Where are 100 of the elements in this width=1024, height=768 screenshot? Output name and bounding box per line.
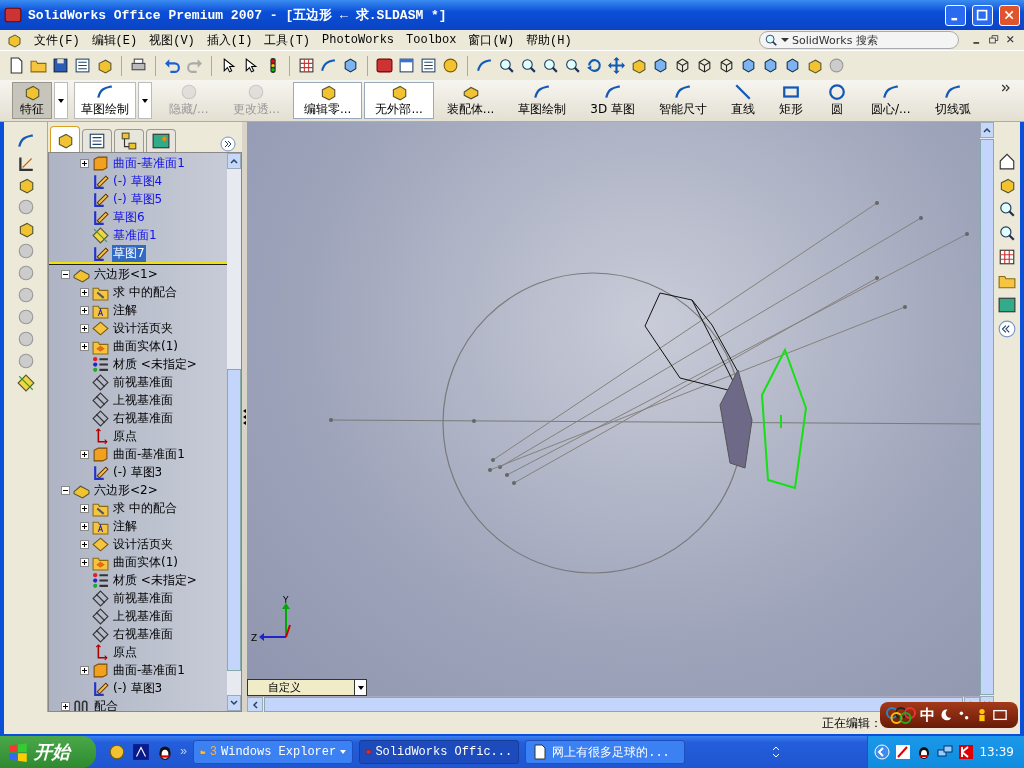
tree-item[interactable]: 注解 — [112, 517, 138, 535]
command-button[interactable]: 直线 — [720, 82, 766, 119]
search-field[interactable]: SolidWorks 搜索 — [759, 31, 959, 49]
start-button[interactable]: 开始 — [0, 736, 96, 768]
command-button[interactable]: 圆 — [816, 82, 858, 119]
tree-item[interactable]: (-) 草图5 — [112, 190, 164, 208]
tree-item[interactable]: 基准面1 — [112, 226, 158, 244]
tree-item[interactable]: 配合 — [93, 697, 119, 711]
tree-item[interactable]: 注解 — [112, 301, 138, 319]
menu-item[interactable]: 工具(T) — [264, 31, 311, 49]
tree-item[interactable]: 草图6 — [112, 208, 146, 226]
list-icon[interactable] — [420, 57, 437, 74]
antivirus-icon[interactable] — [958, 744, 975, 760]
panel-tab[interactable] — [146, 129, 176, 152]
dropdown-button[interactable] — [54, 82, 68, 119]
tree-item[interactable]: 前视基准面 — [112, 373, 174, 391]
scroll-up-icon[interactable] — [229, 156, 239, 166]
tree-item[interactable]: 曲面-基准面1 — [112, 661, 186, 679]
rotate-icon[interactable] — [586, 57, 603, 74]
command-tab[interactable]: 草图绘制 — [74, 82, 136, 119]
tree-item[interactable]: 六边形<2> — [93, 481, 159, 499]
scroll-left-icon[interactable] — [250, 699, 260, 710]
expand-chevron-icon[interactable] — [220, 136, 236, 152]
collapse-chevron-icon[interactable] — [998, 320, 1016, 338]
expander-icon[interactable] — [80, 287, 89, 297]
scroll-thumb[interactable] — [227, 369, 241, 671]
menu-item[interactable]: Toolbox — [406, 33, 457, 47]
expander-icon[interactable] — [61, 485, 70, 495]
expander-icon[interactable] — [80, 539, 89, 549]
expander-icon[interactable] — [80, 323, 89, 333]
network-icon[interactable] — [937, 744, 954, 760]
expander-icon[interactable] — [61, 701, 70, 711]
tree-item[interactable]: 设计活页夹 — [112, 535, 174, 553]
tree-item[interactable]: 原点 — [112, 643, 138, 661]
tree-item[interactable]: (-) 草图3 — [112, 463, 164, 481]
tree-item[interactable]: 材质 <未指定> — [112, 571, 198, 589]
restore-icon[interactable] — [988, 33, 1001, 47]
tree-item[interactable]: 材质 <未指定> — [112, 355, 198, 373]
tree-item[interactable]: 上视基准面 — [112, 391, 174, 409]
keyboard-icon[interactable] — [993, 708, 1007, 722]
tree-item[interactable]: 右视基准面 — [112, 409, 174, 427]
scroll-up-icon[interactable] — [982, 125, 992, 135]
expand-tray-icon[interactable] — [874, 744, 891, 760]
moon-icon[interactable] — [939, 708, 953, 722]
rings-icon[interactable] — [886, 706, 916, 724]
search-icon[interactable] — [764, 33, 778, 47]
tree-item[interactable]: 六边形<1> — [93, 265, 159, 283]
tree-item[interactable]: 求 中的配合 — [112, 283, 178, 301]
menu-item[interactable]: 窗口(W) — [468, 31, 515, 49]
search-icon[interactable] — [998, 200, 1016, 218]
tree-item[interactable]: 草图7 — [112, 244, 146, 262]
new-document-icon[interactable] — [8, 57, 25, 74]
tree-item[interactable]: 曲面实体(1) — [112, 337, 179, 355]
taskbar-button[interactable]: 网上有很多足球的... — [525, 740, 686, 764]
save-icon[interactable] — [52, 57, 69, 74]
ime-toolbar[interactable]: 中 — [880, 702, 1018, 728]
command-button[interactable]: 装配体... — [435, 82, 506, 119]
tree-item[interactable]: 设计活页夹 — [112, 319, 174, 337]
command-button[interactable]: 圆心/... — [860, 82, 922, 119]
home-icon[interactable] — [998, 152, 1016, 170]
menu-item[interactable]: 插入(I) — [206, 31, 253, 49]
panel-tab[interactable] — [114, 129, 144, 152]
menu-item[interactable]: PhotoWorks — [322, 33, 395, 47]
zoom-to-fit-icon[interactable] — [498, 57, 515, 74]
wireframe-icon[interactable] — [674, 57, 691, 74]
tree-item[interactable]: 曲面实体(1) — [112, 553, 179, 571]
command-button[interactable]: 编辑零... — [292, 82, 363, 119]
command-button[interactable]: 3D 草图 — [579, 82, 646, 119]
pan-icon[interactable] — [608, 57, 625, 74]
menu-item[interactable]: 帮助(H) — [526, 31, 572, 49]
tree-item[interactable]: 右视基准面 — [112, 625, 174, 643]
menu-item[interactable]: 文件(F) — [34, 31, 80, 49]
chevron-icon[interactable] — [1000, 82, 1012, 94]
panel-tab[interactable] — [50, 126, 80, 152]
view-dropdown[interactable]: 自定义 — [247, 679, 367, 696]
expander-icon[interactable] — [61, 269, 70, 279]
menu-item[interactable]: 视图(V) — [149, 31, 195, 49]
more-button[interactable]: » — [180, 745, 188, 759]
zoom-area-icon[interactable] — [520, 57, 537, 74]
command-button[interactable]: 智能尺寸 — [648, 82, 718, 119]
command-tab[interactable]: 特征 — [12, 82, 52, 119]
rollback-bar[interactable] — [49, 262, 227, 265]
input-mode-toggle[interactable]: 中 — [920, 705, 935, 725]
window-icon[interactable] — [398, 57, 415, 74]
search-icon[interactable] — [998, 224, 1016, 242]
panel-tab[interactable] — [82, 129, 112, 152]
zoom-selection-icon[interactable] — [564, 57, 581, 74]
zoom-in-out-icon[interactable] — [542, 57, 559, 74]
menu-item[interactable]: 编辑(E) — [91, 31, 138, 49]
tree-item[interactable]: 前视基准面 — [112, 589, 174, 607]
expander-icon[interactable] — [80, 158, 89, 168]
grid-icon[interactable] — [998, 248, 1016, 266]
undo-icon[interactable] — [164, 57, 181, 74]
splitter-handle-icon[interactable] — [242, 407, 247, 427]
expander-icon[interactable] — [80, 557, 89, 567]
plane-icon[interactable] — [16, 374, 35, 392]
command-button[interactable]: 矩形 — [768, 82, 814, 119]
chart-icon[interactable] — [16, 154, 35, 172]
expander-icon[interactable] — [80, 341, 89, 351]
expander-icon[interactable] — [80, 521, 89, 531]
